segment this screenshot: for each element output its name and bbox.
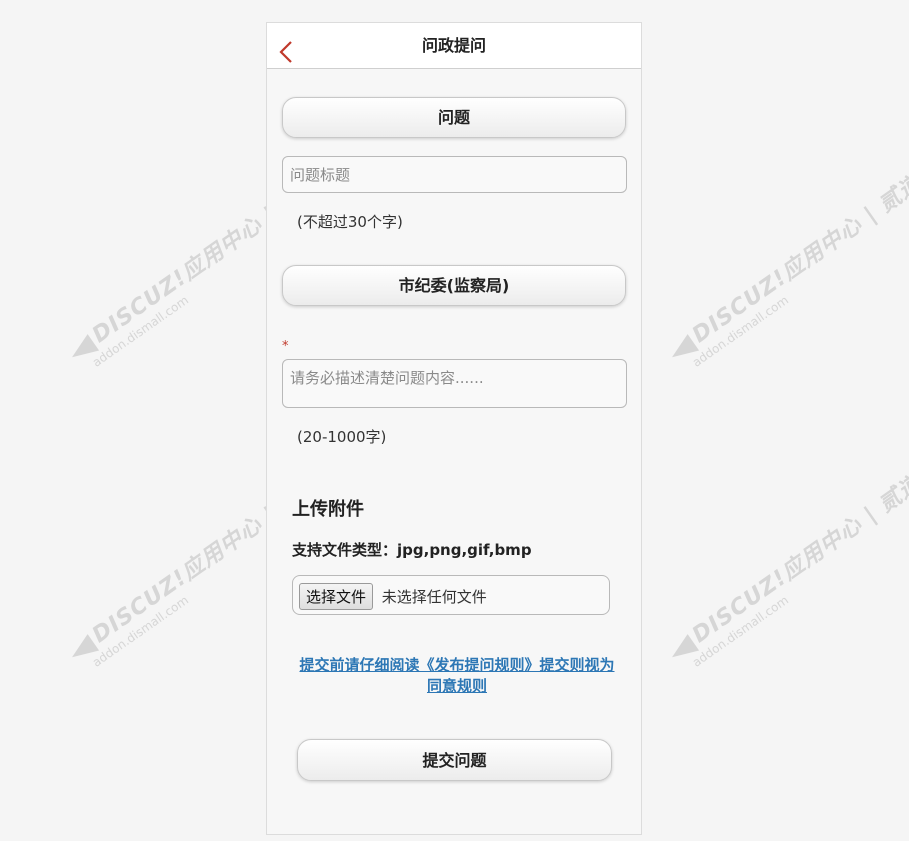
submit-question-button[interactable]: 提交问题	[297, 739, 612, 781]
question-content-textarea[interactable]	[282, 359, 627, 408]
watermark: DISCUZ!应用中心 | 贰道 addon.dismall.com	[660, 166, 909, 378]
choose-file-button[interactable]: 选择文件	[299, 583, 374, 610]
file-upload-field[interactable]: 选择文件 未选择任何文件	[292, 575, 610, 615]
question-title-input[interactable]	[282, 156, 627, 193]
file-types-label: 支持文件类型：jpg,png,gif,bmp	[292, 541, 532, 559]
department-select[interactable]: 市纪委(监察局)	[282, 265, 626, 306]
mobile-page: 问政提问 问题 (不超过30个字) 市纪委(监察局) * (20-1000字) …	[266, 22, 642, 835]
file-status-text: 未选择任何文件	[381, 588, 487, 606]
back-button[interactable]	[277, 35, 297, 63]
page-title: 问政提问	[421, 36, 486, 55]
page-header: 问政提问	[267, 23, 641, 69]
chevron-left-icon	[279, 41, 292, 63]
required-mark: *	[282, 339, 289, 354]
content-length-hint: (20-1000字)	[297, 428, 387, 446]
watermark: DISCUZ!应用中心 | 贰道 addon.dismall.com	[660, 466, 909, 678]
question-section-button[interactable]: 问题	[282, 97, 626, 138]
rules-link[interactable]: 提交前请仔细阅读《发布提问规则》提交则视为同意规则	[297, 655, 617, 697]
upload-heading: 上传附件	[292, 499, 364, 520]
title-length-hint: (不超过30个字)	[297, 213, 403, 231]
